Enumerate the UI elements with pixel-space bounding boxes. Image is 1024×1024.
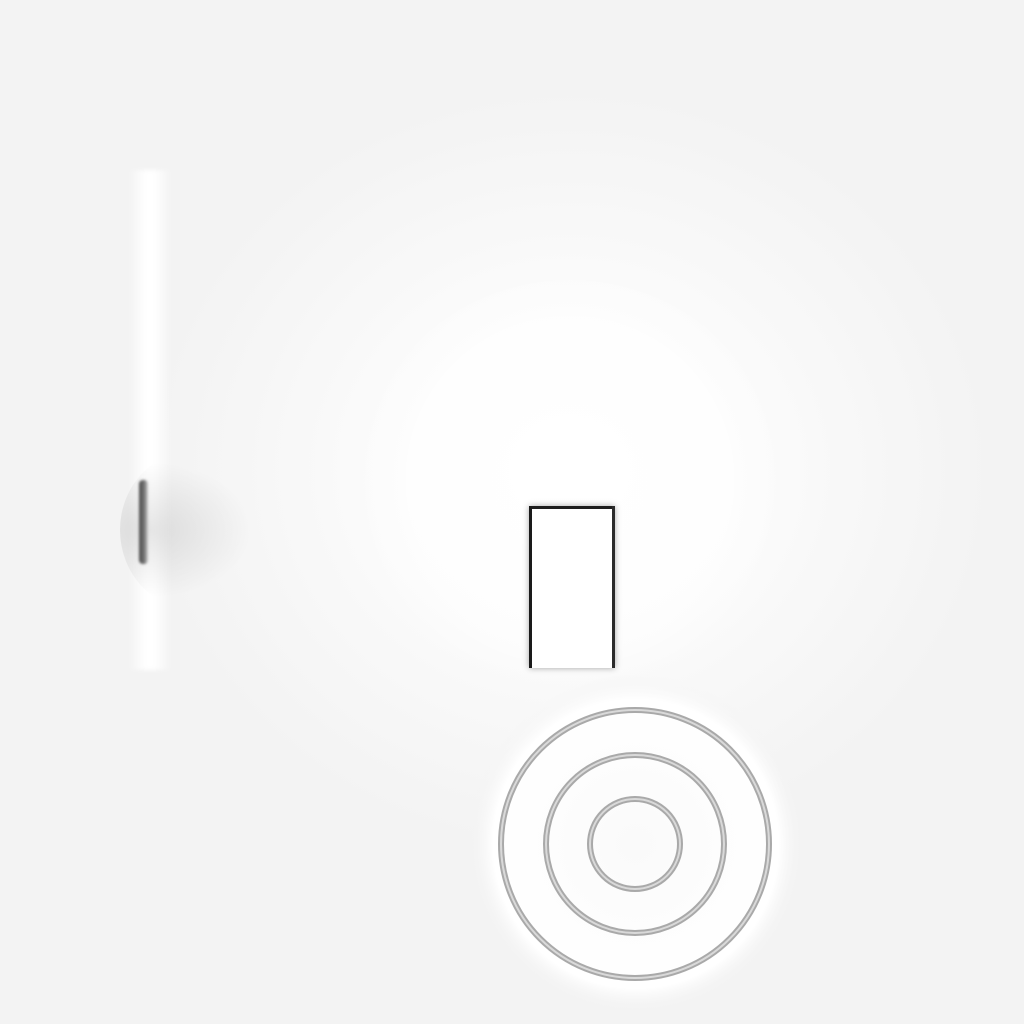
scene-canvas	[0, 0, 1024, 1024]
concentric-ring-target	[468, 674, 804, 1014]
white-pillar	[529, 506, 615, 668]
left-slit	[139, 480, 148, 564]
target-disc	[468, 674, 804, 1014]
